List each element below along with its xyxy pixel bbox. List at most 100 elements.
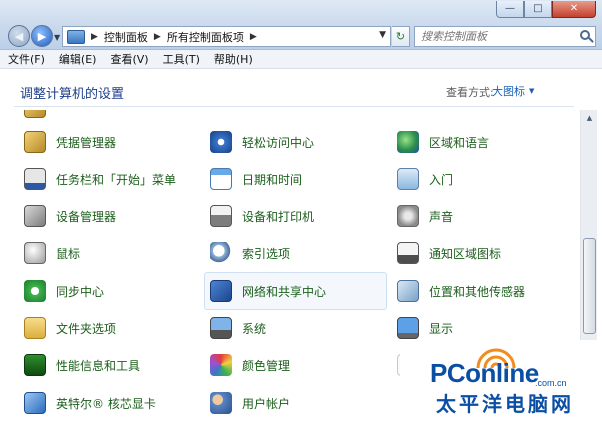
item-label: 显示 (429, 321, 454, 336)
item-user-accounts[interactable]: 用户帐户 (206, 385, 386, 421)
item-network-sharing[interactable]: 网络和共享中心 (204, 272, 387, 310)
window-controls: — □ ✕ (496, 1, 596, 18)
scroll-thumb[interactable] (583, 238, 596, 334)
speaker-icon (397, 205, 419, 227)
search-box[interactable] (414, 26, 596, 47)
item-label: 英特尔® 核芯显卡 (56, 396, 156, 411)
navigation-bar: ◀ ▶ ▼ ▶ 控制面板 ▶ 所有控制面板项 ▶ ▼ ↻ (0, 23, 602, 49)
menu-help[interactable]: 帮助(H) (214, 51, 253, 67)
item-label: 颜色管理 (242, 358, 291, 373)
chevron-right-icon[interactable]: ▶ (91, 32, 98, 42)
watermark-domain: .com.cn (535, 378, 567, 388)
item-location-sensors[interactable]: 位置和其他传感器 (393, 273, 573, 309)
item-mouse[interactable]: 鼠标 (20, 235, 200, 271)
watermark-logo: PConline (430, 358, 539, 388)
item-label: 声音 (429, 209, 454, 224)
item-indexing-options[interactable]: 索引选项 (206, 235, 386, 271)
recent-pages-dropdown-icon[interactable]: ▼ (54, 33, 60, 42)
item-label: 日期和时间 (242, 172, 303, 187)
location-sensor-icon (397, 280, 419, 302)
address-dropdown-icon[interactable]: ▼ (379, 30, 386, 40)
item-device-manager[interactable]: 设备管理器 (20, 198, 200, 234)
system-icon (210, 317, 232, 339)
scroll-up-icon[interactable]: ▲ (581, 110, 598, 126)
item-devices-printers[interactable]: 设备和打印机 (206, 198, 386, 234)
accessibility-icon (210, 131, 232, 153)
breadcrumb-all-items[interactable]: 所有控制面板项 (167, 29, 244, 45)
forward-button[interactable]: ▶ (31, 25, 53, 47)
display-icon (397, 317, 419, 339)
item-intel-graphics[interactable]: 英特尔® 核芯显卡 (20, 385, 200, 421)
taskbar-icon (24, 168, 46, 190)
item-sync-center[interactable]: 同步中心 (20, 273, 200, 309)
index-icon (210, 242, 232, 264)
item-label: 入门 (429, 172, 454, 187)
getting-started-icon (397, 168, 419, 190)
notification-icon (397, 242, 419, 264)
item-label: 文件夹选项 (56, 321, 117, 336)
chevron-right-icon[interactable]: ▶ (250, 32, 257, 42)
clipped-icon (24, 110, 46, 118)
performance-icon (24, 354, 46, 376)
maximize-button[interactable]: □ (524, 1, 552, 18)
item-taskbar-start[interactable]: 任务栏和「开始」菜单 (20, 161, 200, 197)
item-folder-options[interactable]: 文件夹选项 (20, 310, 200, 346)
device-manager-icon (24, 205, 46, 227)
users-icon (210, 392, 232, 414)
item-label: 凭据管理器 (56, 135, 117, 150)
item-label: 系统 (242, 321, 267, 336)
globe-icon (397, 131, 419, 153)
item-ease-of-access[interactable]: 轻松访问中心 (206, 124, 386, 160)
intel-graphics-icon (24, 392, 46, 414)
search-icon[interactable] (580, 30, 590, 40)
color-icon (210, 354, 232, 376)
item-notification-icons[interactable]: 通知区域图标 (393, 235, 573, 271)
item-label: 任务栏和「开始」菜单 (56, 172, 177, 187)
search-input[interactable] (415, 27, 565, 46)
window-frame: — □ ✕ ◀ ▶ ▼ ▶ 控制面板 ▶ 所有控制面板项 ▶ ▼ ↻ (0, 0, 602, 50)
item-color-management[interactable]: 颜色管理 (206, 347, 386, 383)
item-label: 网络和共享中心 (242, 284, 327, 299)
printer-icon (210, 205, 232, 227)
address-bar[interactable]: ▶ 控制面板 ▶ 所有控制面板项 ▶ ▼ (62, 26, 391, 47)
item-label: 区域和语言 (429, 135, 490, 150)
item-performance[interactable]: 性能信息和工具 (20, 347, 200, 383)
breadcrumb: ▶ 控制面板 ▶ 所有控制面板项 ▶ (85, 29, 263, 45)
chevron-right-icon[interactable]: ▶ (154, 32, 161, 42)
clipped-item (20, 110, 200, 118)
item-label: 用户帐户 (242, 396, 291, 411)
refresh-button[interactable]: ↻ (392, 26, 410, 47)
mouse-icon (24, 242, 46, 264)
item-label: 设备和打印机 (242, 209, 315, 224)
menu-bar: 文件(F) 编辑(E) 查看(V) 工具(T) 帮助(H) (0, 50, 602, 69)
item-label: 位置和其他传感器 (429, 284, 526, 299)
item-date-time[interactable]: 日期和时间 (206, 161, 386, 197)
calendar-icon (210, 168, 232, 190)
menu-file[interactable]: 文件(F) (8, 51, 45, 67)
item-label: 通知区域图标 (429, 246, 502, 261)
sync-icon (24, 280, 46, 302)
item-credential-manager[interactable]: 凭据管理器 (20, 124, 200, 160)
menu-view[interactable]: 查看(V) (110, 51, 148, 67)
item-label: 轻松访问中心 (242, 135, 315, 150)
menu-edit[interactable]: 编辑(E) (59, 51, 97, 67)
breadcrumb-control-panel[interactable]: 控制面板 (104, 29, 148, 45)
menu-tools[interactable]: 工具(T) (163, 51, 200, 67)
item-label: 同步中心 (56, 284, 105, 299)
item-label: 鼠标 (56, 246, 81, 261)
credential-icon (24, 131, 46, 153)
minimize-button[interactable]: — (496, 1, 524, 18)
control-panel-icon (67, 29, 85, 44)
close-button[interactable]: ✕ (552, 1, 596, 18)
item-getting-started[interactable]: 入门 (393, 161, 573, 197)
folder-icon (24, 317, 46, 339)
item-label: 性能信息和工具 (56, 358, 141, 373)
item-sound[interactable]: 声音 (393, 198, 573, 234)
item-system[interactable]: 系统 (206, 310, 386, 346)
back-button[interactable]: ◀ (8, 25, 30, 47)
pconline-watermark: PConline .com.cn 太平洋电脑网 (400, 340, 602, 422)
item-region-language[interactable]: 区域和语言 (393, 124, 573, 160)
watermark-chinese: 太平洋电脑网 (436, 392, 574, 416)
item-label: 索引选项 (242, 246, 291, 261)
item-label: 设备管理器 (56, 209, 117, 224)
